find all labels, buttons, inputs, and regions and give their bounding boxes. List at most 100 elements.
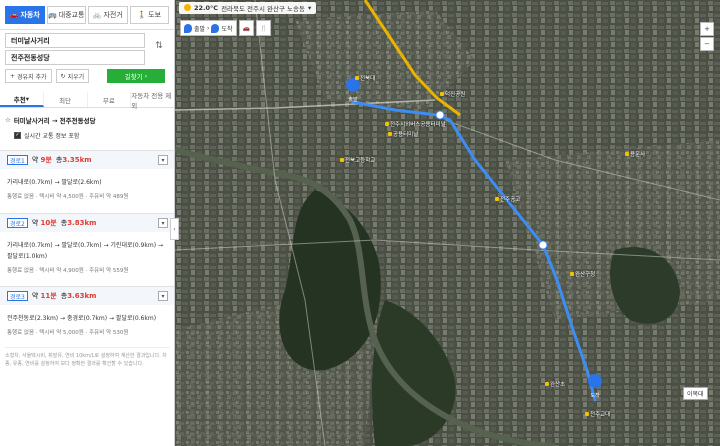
control-start-label: 출발 [194,25,206,33]
summary-title: 터미날사거리 → 전주전동성당 [13,117,96,125]
restaurant-control[interactable]: 🍴 [255,20,272,36]
poi-icon [440,92,444,96]
refresh-icon: ↻ [60,72,66,80]
route-badge: 경로3 [7,291,28,301]
poi-name: 전북고등학교 [345,158,376,164]
route-badge: 경로1 [7,155,28,165]
map-poi-label[interactable]: 전북고등학교 [340,156,375,164]
control-end-label: 도착 [221,25,233,33]
zoom-in-button[interactable]: + [700,22,714,36]
search-route-button[interactable]: 길찾기 › [107,69,165,83]
map-poi-label[interactable]: 완산초 [545,380,565,388]
map-poi-label[interactable]: 전주시외버스공용터미널 [385,120,446,128]
map-poi-label[interactable]: 덕진공원 [440,90,465,98]
collapse-panel-button[interactable]: ‹ [170,218,179,240]
add-waypoint-button[interactable]: + 경유지 추가 [5,69,52,83]
end-mini-marker-icon [211,23,220,33]
route-toggle-control[interactable]: 출발 › 도착 [180,20,237,36]
poi-name: 전주공고 [500,197,521,203]
car-icon: 🚗 [9,11,19,19]
route-fee: 통행료 없음 · 택시비 약 4,500원 · 주유비 약 489원 [7,194,129,200]
route-panel: 🚗 자동차 🚌 대중교통 🚲 자전거 🚶 도보 터미날사거리 전주전동성당 ⇅ + 경유지… [0,0,175,446]
origin-input[interactable]: 터미날사거리 [5,33,145,48]
chevron-down-icon[interactable]: ▾ [158,291,168,301]
chevron-left-icon: ‹ [173,225,176,233]
route-option-2[interactable]: 경로2 약 10분 총3.83km ▾ 가리내로(0.7km) → 팔달로(0.… [0,213,174,283]
map-poi-label[interactable]: 용문사 [625,150,645,158]
mode-walk-tab[interactable]: 🚶 도보 [129,6,169,24]
weather-bar: 22.0°C 전라북도 전주시 완산구 노송동 ▾ [175,0,720,15]
realtime-traffic-checkbox[interactable]: ✓ [14,131,21,139]
chevron-down-icon[interactable]: ▾ [158,155,168,165]
poi-name: 완산초 [550,382,566,388]
satellite-map[interactable]: 출발 도착 전주시외버스공용터미널 공용터미널 전북고등학교 전북대 덕진공원 완산구청 전… [175,0,720,446]
chevron-right-icon: › [144,72,148,80]
poi-icon [355,76,359,80]
poi-icon [385,122,389,126]
zoom-out-button[interactable]: − [700,37,714,51]
plus-icon: + [10,72,16,80]
poi-name: 전주시외버스공용터미널 [390,122,446,128]
tab-recommended[interactable]: 추천 ▾ [0,92,44,107]
start-mini-marker-icon [184,23,192,33]
end-place-label[interactable]: 이목대 [683,387,708,400]
search-route-label: 길찾기 [124,73,143,81]
chevron-down-icon[interactable]: ▾ [158,218,168,228]
map-poi-label[interactable]: 전북대 [355,74,375,82]
map-poi-label[interactable]: 전주공고 [495,195,520,203]
mode-car-tab[interactable]: 🚗 자동차 [5,6,45,24]
poi-name: 전주교대 [590,412,611,418]
map-zoom-controls: + − [700,22,714,51]
mode-bike-tab[interactable]: 🚲 자전거 [88,6,128,24]
mode-bike-label: 자전거 [103,11,123,19]
poi-name: 덕진공원 [445,92,466,98]
utensils-icon: 🍴 [259,24,268,32]
transport-mode-tabs: 🚗 자동차 🚌 대중교통 🚲 자전거 🚶 도보 [0,0,174,30]
route-path: 가리내로(0.7km) → 팔달로(2.6km) [7,179,102,186]
poi-icon [388,132,392,136]
realtime-traffic-label: 실시간 교통 정보 포함 [24,132,80,140]
poi-icon [585,412,589,416]
route-distance: 총3.83km [60,219,97,227]
bike-icon: 🚲 [92,11,102,19]
tab-shortest[interactable]: 최단 [44,92,88,107]
cctv-control[interactable]: 🚗 [238,20,254,36]
start-marker-label: 출발 [348,96,358,103]
walk-icon: 🚶 [137,11,147,19]
route-time: 약 11분 [31,292,57,300]
add-waypoint-label: 경유지 추가 [17,73,47,81]
poi-name: 전북대 [360,76,376,82]
tab-free[interactable]: 무료 [88,92,132,107]
reset-button[interactable]: ↻ 지우기 [55,69,90,83]
cost-footnote: 소형차, 서울택시비, 휘발유, 연비 10km/L로 설정하여 계산한 결과입… [5,347,170,368]
chevron-right-icon: › [207,24,210,32]
route-time: 약 10분 [31,219,57,227]
map-route-controls: 출발 › 도착 🚗 🍴 [180,20,272,36]
weather-pill[interactable]: 22.0°C 전라북도 전주시 완산구 노송동 ▾ [179,1,317,14]
route-turn-point [538,240,548,250]
route-option-3[interactable]: 경로3 약 11분 총3.63km ▾ 전주천동로(2.3km) → 충경로(0… [0,286,174,344]
weather-location: 전라북도 전주시 완산구 노송동 [221,4,306,13]
map-poi-label[interactable]: 완산구청 [570,270,595,278]
chevron-down-icon: ▾ [25,94,29,103]
destination-input[interactable]: 전주전동성당 [5,50,145,65]
mode-transit-tab[interactable]: 🚌 대중교통 [46,6,86,24]
poi-icon [625,152,629,156]
route-turn-point [435,110,445,120]
tab-exclude-expressway[interactable]: 자동차 전용 제외 [131,92,174,110]
route-badge: 경로2 [7,218,28,228]
route-time: 약 9분 [31,156,52,164]
poi-icon [340,158,344,162]
map-canvas[interactable]: 출발 도착 [175,0,720,446]
end-marker-label: 도착 [590,392,600,399]
reset-label: 지우기 [67,73,85,81]
weather-temp: 22.0°C [194,3,219,12]
poi-name: 공용터미널 [393,132,419,138]
map-poi-label[interactable]: 전주교대 [585,410,610,418]
star-icon[interactable]: ☆ [5,116,11,124]
route-option-1[interactable]: 경로1 약 9분 총3.35km ▾ 가리내로(0.7km) → 팔달로(2.6… [0,150,174,210]
chevron-down-icon: ▾ [308,3,312,12]
map-poi-label[interactable]: 공용터미널 [388,130,418,138]
poi-icon [545,382,549,386]
swap-icon[interactable]: ⇅ [153,41,165,55]
